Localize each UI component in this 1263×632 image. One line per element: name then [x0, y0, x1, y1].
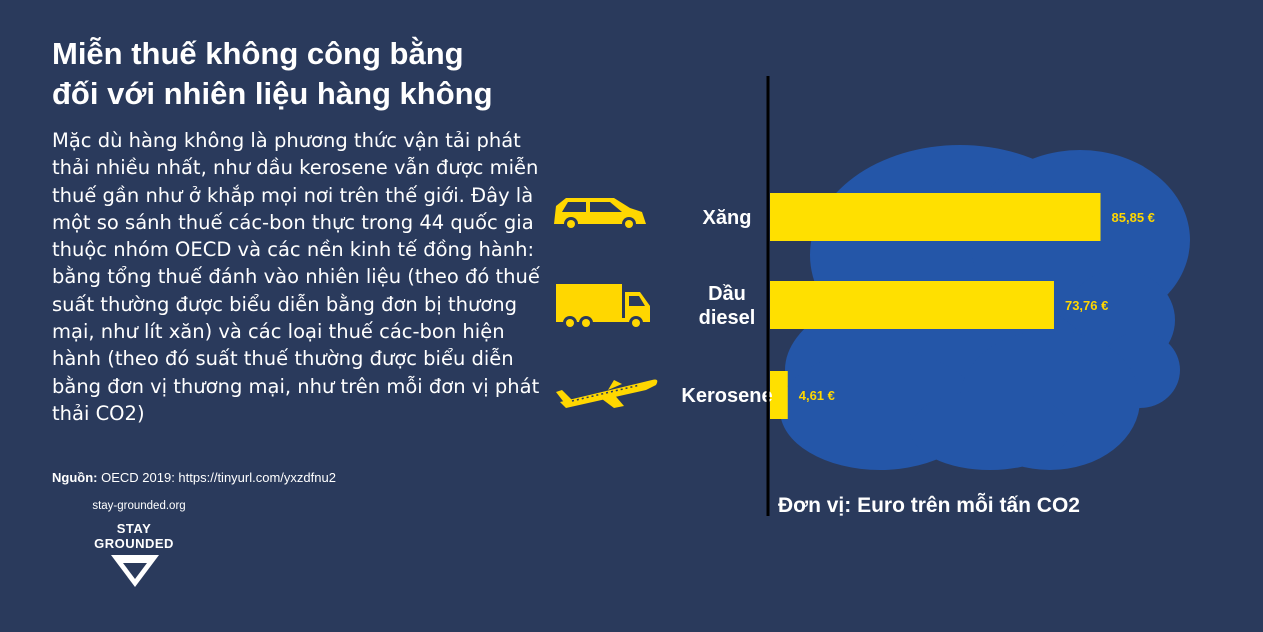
bar: [770, 281, 1054, 329]
bar: [770, 193, 1101, 241]
category-label: Xăng: [703, 207, 752, 229]
value-label: 73,76 €: [1065, 298, 1108, 313]
unit-label: Đơn vị: Euro trên mỗi tấn CO2: [778, 494, 1080, 517]
category-label: Kerosene: [681, 385, 772, 407]
bar: [770, 371, 788, 419]
airplane-icon: [556, 379, 658, 408]
value-label: 4,61 €: [799, 388, 835, 403]
bar-chart: 85,85 € Xăng 73,76 € Dầudiesel 4,61 € Kerosen…: [554, 76, 1190, 516]
value-label: 85,85 €: [1112, 210, 1155, 225]
category-label: diesel: [699, 307, 756, 329]
car-icon: [554, 198, 646, 231]
truck-icon: [556, 284, 650, 330]
category-label: Dầu: [708, 283, 746, 305]
